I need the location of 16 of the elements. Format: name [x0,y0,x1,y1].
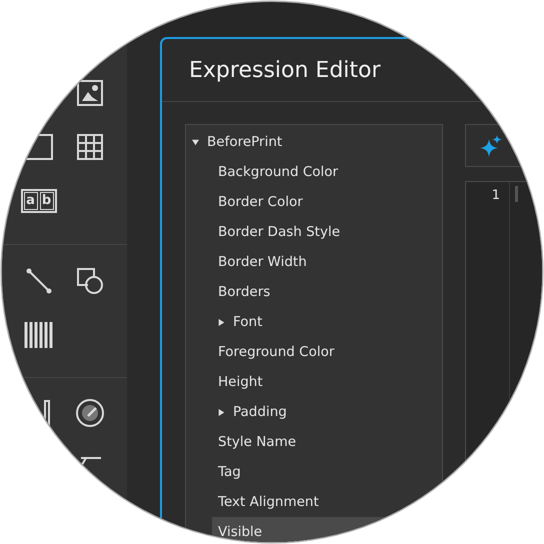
tree-item[interactable]: Style Name [212,427,442,457]
tree-item[interactable]: Borders [212,277,442,307]
tree-item[interactable]: Foreground Color [212,337,442,367]
tree-item[interactable]: Font [212,307,442,337]
line-number: 1 [490,187,500,205]
dialog-title: Expression Editor [189,56,381,84]
tree-item[interactable]: Border Color [212,187,442,217]
tree-item[interactable]: Background Color [212,157,442,187]
tree-item[interactable]: Padding [212,397,442,427]
tree-item[interactable]: Text Alignment [212,487,442,517]
tree-item[interactable]: Height [212,367,442,397]
tree-item[interactable]: Border Width [212,247,442,277]
tree-item[interactable]: Tag [212,457,442,487]
text-field-icon[interactable]: a b [20,189,56,213]
tree-item[interactable]: Border Dash Style [212,217,442,247]
tree-item[interactable]: BeforePrint [186,127,442,157]
